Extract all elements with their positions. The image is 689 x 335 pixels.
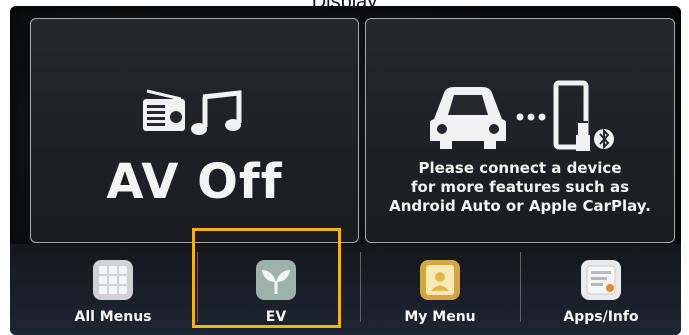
divider — [520, 252, 521, 322]
device-icons — [430, 80, 614, 151]
car-icon — [430, 87, 506, 149]
av-icons — [143, 89, 242, 135]
usb-icon — [576, 121, 590, 151]
my-menu-icon — [420, 260, 460, 300]
divider — [197, 252, 198, 322]
music-note-icon — [191, 90, 242, 135]
av-status-text: AV Off — [106, 154, 283, 210]
app-label: Apps/Info — [563, 309, 639, 325]
grid-icon — [93, 260, 133, 300]
app-launcher-bar: All Menus EV My Menu Apps/Info — [10, 244, 681, 335]
app-all-menus[interactable]: All Menus — [53, 260, 173, 335]
app-label: All Menus — [74, 309, 152, 325]
divider — [360, 252, 361, 322]
infotainment-screen: AV Off Please connect a device for more … — [10, 6, 681, 335]
av-source-button[interactable]: AV Off — [30, 18, 359, 243]
device-connect-message: Please connect a device for more feature… — [366, 159, 674, 216]
app-label: My Menu — [404, 309, 476, 325]
app-ev[interactable]: EV — [216, 260, 336, 335]
bluetooth-icon — [594, 128, 614, 150]
app-label: EV — [265, 309, 287, 325]
device-message-line: for more features such as — [410, 178, 630, 196]
radio-icon — [143, 89, 185, 131]
app-my-menu[interactable]: My Menu — [380, 260, 500, 335]
apps-info-icon — [581, 260, 621, 300]
app-apps-info[interactable]: Apps/Info — [541, 260, 661, 335]
device-message-line: Please connect a device — [418, 159, 622, 177]
ellipsis-icon — [516, 113, 546, 121]
leaf-icon — [256, 260, 296, 300]
device-connect-button[interactable]: Please connect a device for more feature… — [365, 18, 675, 243]
device-message-line: Android Auto or Apple CarPlay. — [389, 197, 651, 215]
